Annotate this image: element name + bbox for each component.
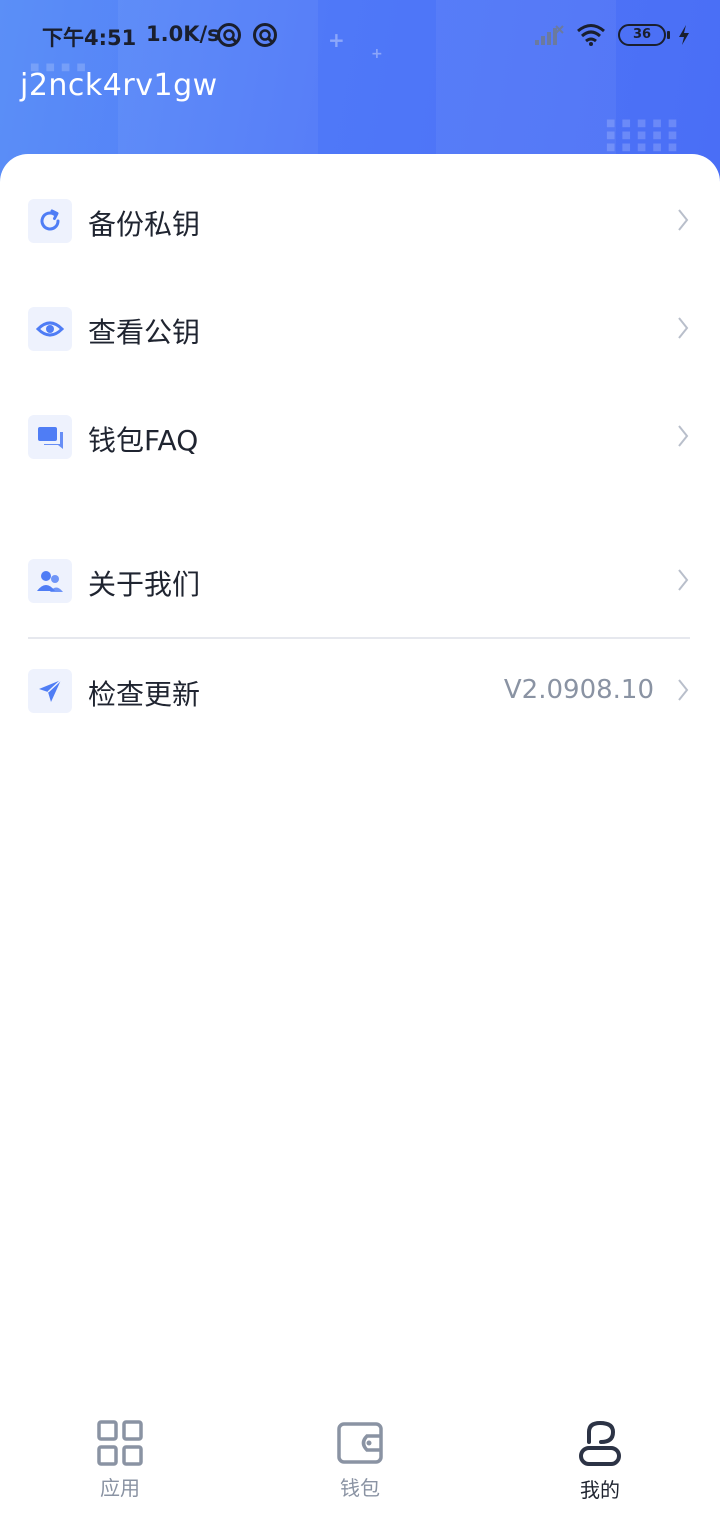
- chevron-right-icon: [678, 425, 689, 447]
- app-version: V2.0908.10: [503, 675, 654, 705]
- menu-card: 备份私钥 查看公钥 钱包FAQ 关于我们 检查更新 V2.0908.10: [0, 154, 720, 1520]
- eye-icon: [28, 307, 72, 351]
- app-notification-icon: [253, 23, 277, 47]
- wallet-icon: [337, 1422, 383, 1464]
- cell-signal-icon: [535, 25, 564, 45]
- tab-label: 应用: [100, 1476, 140, 1500]
- menu-item-check-update[interactable]: 检查更新 V2.0908.10: [0, 646, 720, 736]
- menu-item-view-public-key[interactable]: 查看公钥: [0, 284, 720, 374]
- bottom-tab-bar: 应用 钱包 我的: [0, 1400, 720, 1520]
- tab-apps[interactable]: 应用: [60, 1420, 180, 1512]
- chevron-right-icon: [678, 317, 689, 339]
- chat-icon: [28, 415, 72, 459]
- menu-divider: [28, 637, 690, 639]
- tab-label: 我的: [580, 1478, 620, 1502]
- chevron-right-icon: [678, 569, 689, 591]
- username: j2nck4rv1gw: [20, 68, 218, 103]
- profile-icon: [579, 1420, 621, 1466]
- charging-icon: [679, 25, 689, 45]
- menu-label: 检查更新: [88, 678, 201, 711]
- status-bar: 下午4:51 1.0K/s 36: [0, 14, 720, 54]
- menu-item-about-us[interactable]: 关于我们: [0, 536, 720, 626]
- send-icon: [28, 669, 72, 713]
- status-time: 下午4:51: [42, 26, 137, 50]
- tab-label: 钱包: [340, 1476, 380, 1500]
- decor-dots: ■■■■■ ■■■■■ ■■■■■: [606, 118, 684, 153]
- refresh-icon: [28, 199, 72, 243]
- status-net-speed: 1.0K/s: [146, 22, 220, 46]
- menu-label: 钱包FAQ: [88, 424, 199, 457]
- app-notification-icon: [217, 23, 241, 47]
- chevron-right-icon: [678, 209, 689, 231]
- grid-icon: [97, 1420, 143, 1466]
- battery-indicator: 36: [618, 24, 670, 46]
- tab-profile[interactable]: 我的: [540, 1420, 660, 1512]
- chevron-right-icon: [678, 679, 689, 701]
- menu-label: 查看公钥: [88, 316, 201, 349]
- menu-label: 关于我们: [88, 568, 201, 601]
- menu-label: 备份私钥: [88, 208, 201, 241]
- tab-wallet[interactable]: 钱包: [300, 1420, 420, 1512]
- wifi-icon: [577, 24, 605, 46]
- menu-item-wallet-faq[interactable]: 钱包FAQ: [0, 392, 720, 482]
- menu-item-backup-private-key[interactable]: 备份私钥: [0, 176, 720, 266]
- status-indicators: 36: [534, 22, 690, 48]
- users-icon: [28, 559, 72, 603]
